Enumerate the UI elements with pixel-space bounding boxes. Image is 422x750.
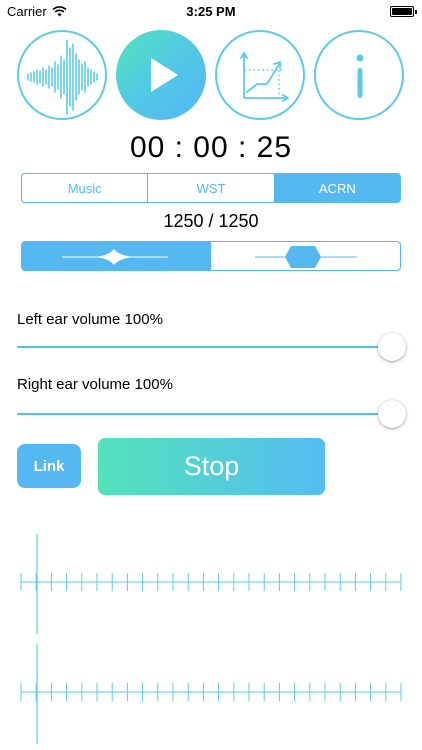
info-icon (356, 54, 364, 98)
slider-fill (17, 413, 392, 415)
chart-button[interactable] (215, 30, 305, 120)
tone-count: 1250 / 1250 (163, 211, 259, 231)
chart-icon (240, 52, 289, 102)
status-time: 3:25 PM (186, 4, 236, 19)
waveform-option-hexagon[interactable] (211, 242, 400, 270)
hexagon-waveform-icon (255, 246, 357, 268)
tab-wst[interactable]: WST (148, 174, 275, 202)
play-icon (151, 58, 178, 92)
left-volume-label: Left ear volume 100% (17, 311, 163, 328)
tab-acrn[interactable]: ACRN (274, 174, 400, 202)
tab-music[interactable]: Music (22, 174, 149, 202)
mode-tabs: Music WST ACRN (21, 173, 401, 203)
right-volume-slider[interactable] (17, 399, 406, 429)
link-button[interactable]: Link (17, 444, 81, 488)
left-volume-slider[interactable] (17, 332, 406, 362)
right-volume-label: Right ear volume 100% (17, 376, 173, 393)
slider-fill (17, 346, 392, 348)
sharp-waveform-icon (62, 249, 168, 265)
frequency-scale-left (20, 534, 402, 634)
play-button[interactable] (116, 30, 206, 120)
battery-icon (390, 6, 417, 17)
frequency-scale-right (20, 644, 402, 744)
slider-thumb[interactable] (378, 400, 406, 428)
slider-thumb[interactable] (378, 333, 406, 361)
info-button[interactable] (314, 30, 404, 120)
session-timer: 00 : 00 : 25 (129, 131, 293, 164)
status-bar: Carrier 3:25 PM (0, 0, 422, 22)
waveform-icon (27, 39, 98, 115)
waveform-option-sharp[interactable] (22, 242, 211, 270)
waveform-button[interactable] (17, 30, 107, 120)
waveform-selector (21, 241, 401, 271)
stop-button[interactable]: Stop (98, 438, 325, 495)
